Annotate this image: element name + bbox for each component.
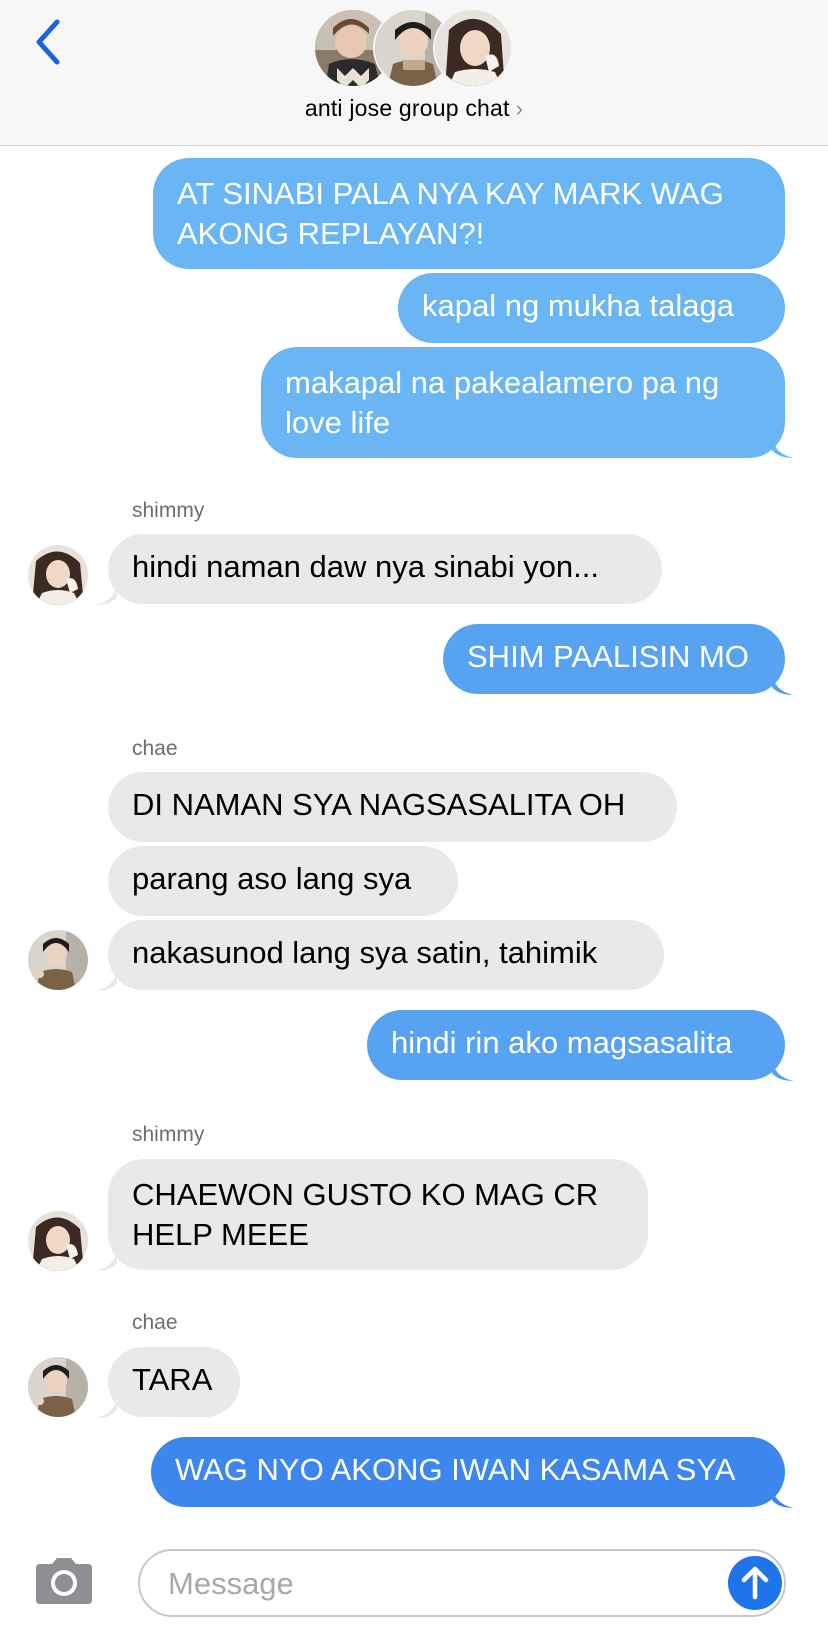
sender-name: chae	[132, 1311, 178, 1334]
message-bubble-received[interactable]: TARA	[108, 1347, 240, 1417]
chevron-left-icon	[36, 19, 60, 65]
bubble-tail	[772, 1486, 794, 1508]
sender-name: chae	[132, 737, 178, 760]
group-avatar-3	[433, 8, 513, 88]
chevron-right-icon: ›	[515, 96, 524, 121]
avatar-chae[interactable]	[28, 1357, 88, 1417]
message-bubble-received[interactable]: DI NAMAN SYA NAGSASALITA OH	[108, 772, 677, 842]
camera-button[interactable]	[32, 1556, 96, 1606]
avatar-shimmy[interactable]	[28, 545, 88, 605]
message-bubble-received[interactable]: parang aso lang sya	[108, 846, 458, 916]
message-bubble-sent[interactable]: kapal ng mukha talaga	[398, 273, 785, 343]
message-field[interactable]	[138, 1549, 786, 1617]
avatar-chae[interactable]	[28, 930, 88, 990]
bubble-tail	[95, 1396, 117, 1418]
bubble-tail	[772, 436, 794, 458]
message-input[interactable]	[166, 1559, 710, 1609]
sender-name: shimmy	[132, 1123, 205, 1146]
message-bubble-received[interactable]: nakasunod lang sya satin, tahimik	[108, 920, 664, 990]
sender-name: shimmy	[132, 499, 205, 522]
conversation-header: anti jose group chat ›	[0, 0, 828, 146]
group-avatars[interactable]	[313, 8, 513, 88]
bubble-tail	[95, 969, 117, 991]
bubble-tail	[95, 583, 117, 605]
bubble-tail	[772, 673, 794, 695]
back-button[interactable]	[26, 14, 70, 70]
message-bubble-sent[interactable]: WAG NYO AKONG IWAN KASAMA SYA	[151, 1437, 785, 1507]
bubble-tail	[95, 1249, 117, 1271]
message-bubble-sent[interactable]: SHIM PAALISIN MO	[443, 624, 785, 694]
send-button[interactable]	[728, 1556, 782, 1610]
arrow-up-icon	[741, 1566, 769, 1600]
group-name: anti jose group chat	[304, 95, 510, 121]
message-bubble-sent[interactable]: makapal na pakealamero pa ng love life	[261, 347, 785, 458]
group-name-button[interactable]: anti jose group chat ›	[0, 95, 828, 122]
message-bubble-sent[interactable]: hindi rin ako magsasalita	[367, 1010, 785, 1080]
camera-icon	[36, 1558, 92, 1604]
message-bubble-sent[interactable]: AT SINABI PALA NYA KAY MARK WAG AKONG RE…	[153, 158, 785, 269]
avatar-shimmy[interactable]	[28, 1211, 88, 1271]
message-bubble-received[interactable]: hindi naman daw nya sinabi yon...	[108, 534, 662, 604]
bubble-tail	[772, 1059, 794, 1081]
message-bubble-received[interactable]: CHAEWON GUSTO KO MAG CR HELP MEEE	[108, 1159, 648, 1270]
